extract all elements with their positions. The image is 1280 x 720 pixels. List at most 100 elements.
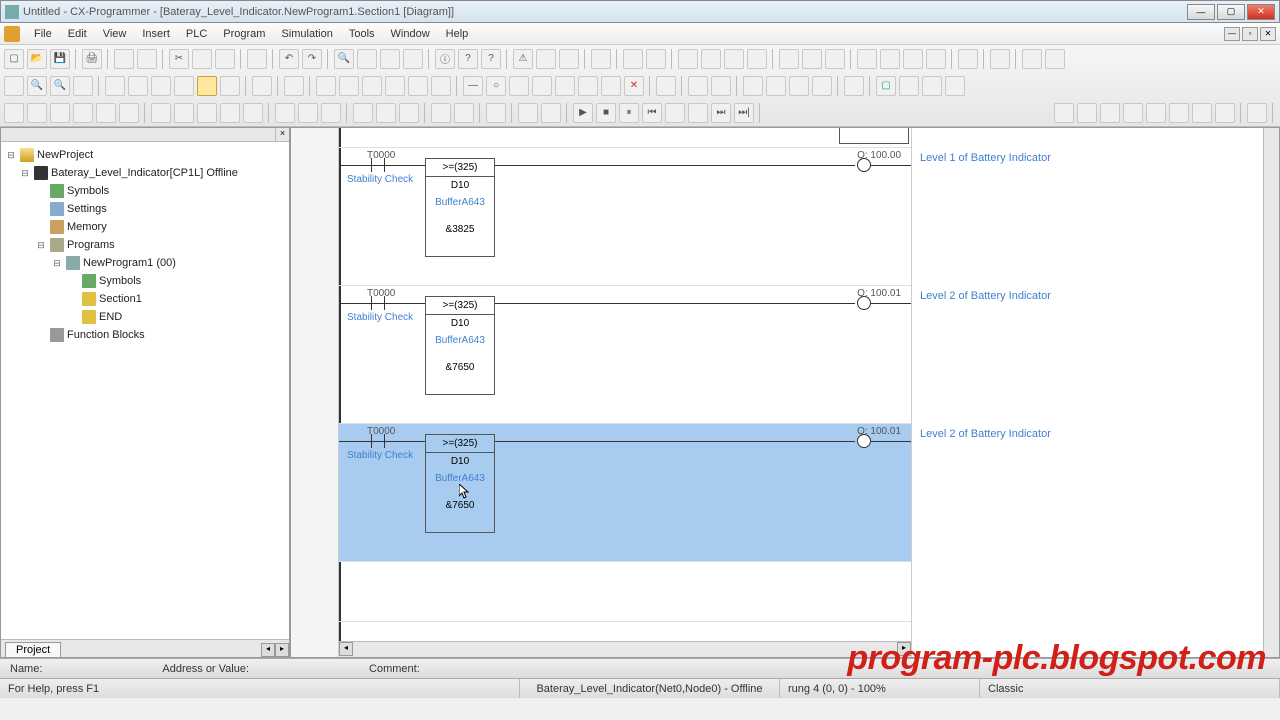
new-icon[interactable]: ▢ [4,49,24,69]
mdi-minimize[interactable]: — [1224,27,1240,41]
step-fwd-icon[interactable]: ⏭ [711,103,731,123]
tb-x[interactable] [1022,49,1042,69]
contact[interactable] [363,434,393,448]
rung-2[interactable]: 2 8 T0000 Stability Check >=(325) D10 Bu… [339,148,911,286]
tb3-v[interactable] [541,103,561,123]
tb-s[interactable] [880,49,900,69]
tb3-i[interactable] [197,103,217,123]
ld-contactc-icon[interactable] [362,76,382,96]
tb-r[interactable] [857,49,877,69]
tb3-ae[interactable] [1247,103,1267,123]
sidebar-scroll-right[interactable]: ▸ [275,643,289,657]
tb-a[interactable] [137,49,157,69]
grid6-icon[interactable] [220,76,240,96]
tb3-n[interactable] [321,103,341,123]
tb3-l[interactable] [275,103,295,123]
tb-v[interactable] [958,49,978,69]
tb-t[interactable] [903,49,923,69]
ld-contact-icon[interactable] [339,76,359,96]
tb-w[interactable] [990,49,1010,69]
tb2-m[interactable] [945,76,965,96]
tb-u[interactable] [926,49,946,69]
tb2-a[interactable] [252,76,272,96]
tb2-d[interactable] [688,76,708,96]
tree-section[interactable]: Section1 [5,290,285,308]
grid4-icon[interactable] [174,76,194,96]
tb3-o[interactable] [353,103,373,123]
tb-h[interactable] [591,49,611,69]
undo-icon[interactable]: ↶ [279,49,299,69]
tb-p[interactable] [802,49,822,69]
menu-plc[interactable]: PLC [178,28,215,40]
tb-y[interactable] [1045,49,1065,69]
grid3-icon[interactable] [151,76,171,96]
tb3-k[interactable] [243,103,263,123]
tb3-g[interactable] [151,103,171,123]
close-button[interactable]: ✕ [1247,4,1275,20]
print-icon[interactable]: 🖨 [82,49,102,69]
tb2-g[interactable] [766,76,786,96]
tb3-j[interactable] [220,103,240,123]
tb2-l[interactable] [922,76,942,96]
ld-func-icon[interactable] [532,76,552,96]
tb-b[interactable] [247,49,267,69]
menu-edit[interactable]: Edit [60,28,95,40]
tb3-d[interactable] [73,103,93,123]
tb3-y[interactable] [1100,103,1120,123]
tb-d[interactable] [380,49,400,69]
tb3-t[interactable] [486,103,506,123]
ld-coil-icon[interactable]: ○ [486,76,506,96]
tb3-ad[interactable] [1215,103,1235,123]
tb-j[interactable] [646,49,666,69]
tb3-ac[interactable] [1192,103,1212,123]
tb-g[interactable] [559,49,579,69]
menu-view[interactable]: View [95,28,135,40]
tb3-p[interactable] [376,103,396,123]
mdi-restore[interactable]: ▫ [1242,27,1258,41]
tree-fb[interactable]: Function Blocks [5,326,285,344]
tb2-e[interactable] [711,76,731,96]
grid2-icon[interactable] [128,76,148,96]
tb3-z[interactable] [1123,103,1143,123]
grid1-icon[interactable] [105,76,125,96]
rung-3[interactable]: 3 11 T0000 Stability Check >=(325) D10 B… [339,286,911,424]
tree-symbols2[interactable]: Symbols [5,272,285,290]
tb-o[interactable] [779,49,799,69]
tb-i[interactable] [623,49,643,69]
menu-simulation[interactable]: Simulation [273,28,340,40]
stop-icon[interactable]: ■ [596,103,616,123]
rung-5[interactable]: 5 [339,562,911,622]
open-icon[interactable]: 📂 [27,49,47,69]
preview-icon[interactable] [114,49,134,69]
tb3-f[interactable] [119,103,139,123]
ld-contactp-icon[interactable] [385,76,405,96]
tb3-s[interactable] [454,103,474,123]
rung-4-selected[interactable]: 4 14 T0000 Stability Check >=(325) D10 B… [339,424,911,562]
tb-n[interactable] [747,49,767,69]
contact[interactable] [363,158,393,172]
maximize-button[interactable]: ▢ [1217,4,1245,20]
tb-k[interactable] [678,49,698,69]
tb2-h[interactable] [789,76,809,96]
zoom-in-icon[interactable]: 🔍 [27,76,47,96]
tree-symbols[interactable]: Symbols [5,182,285,200]
whatsthis-icon[interactable]: ? [481,49,501,69]
output-coil[interactable] [857,434,871,448]
ld-horiz-icon[interactable]: — [463,76,483,96]
tb2-k[interactable] [899,76,919,96]
tree-end[interactable]: END [5,308,285,326]
pause-icon[interactable]: ⏸ [619,103,639,123]
tb3-r[interactable] [431,103,451,123]
paste-icon[interactable] [215,49,235,69]
ladder-area[interactable]: 2 8 T0000 Stability Check >=(325) D10 Bu… [339,128,911,657]
cut-icon[interactable]: ✂ [169,49,189,69]
tb-e[interactable] [403,49,423,69]
grid5-icon[interactable] [197,76,217,96]
tb2-c[interactable] [656,76,676,96]
tb2-b[interactable] [284,76,304,96]
tree-programs[interactable]: ⊟Programs [5,236,285,254]
step-end-icon[interactable]: ⏭| [734,103,754,123]
play-icon[interactable]: ▶ [573,103,593,123]
tree-root[interactable]: ⊟NewProject [5,146,285,164]
tb3-c[interactable] [50,103,70,123]
